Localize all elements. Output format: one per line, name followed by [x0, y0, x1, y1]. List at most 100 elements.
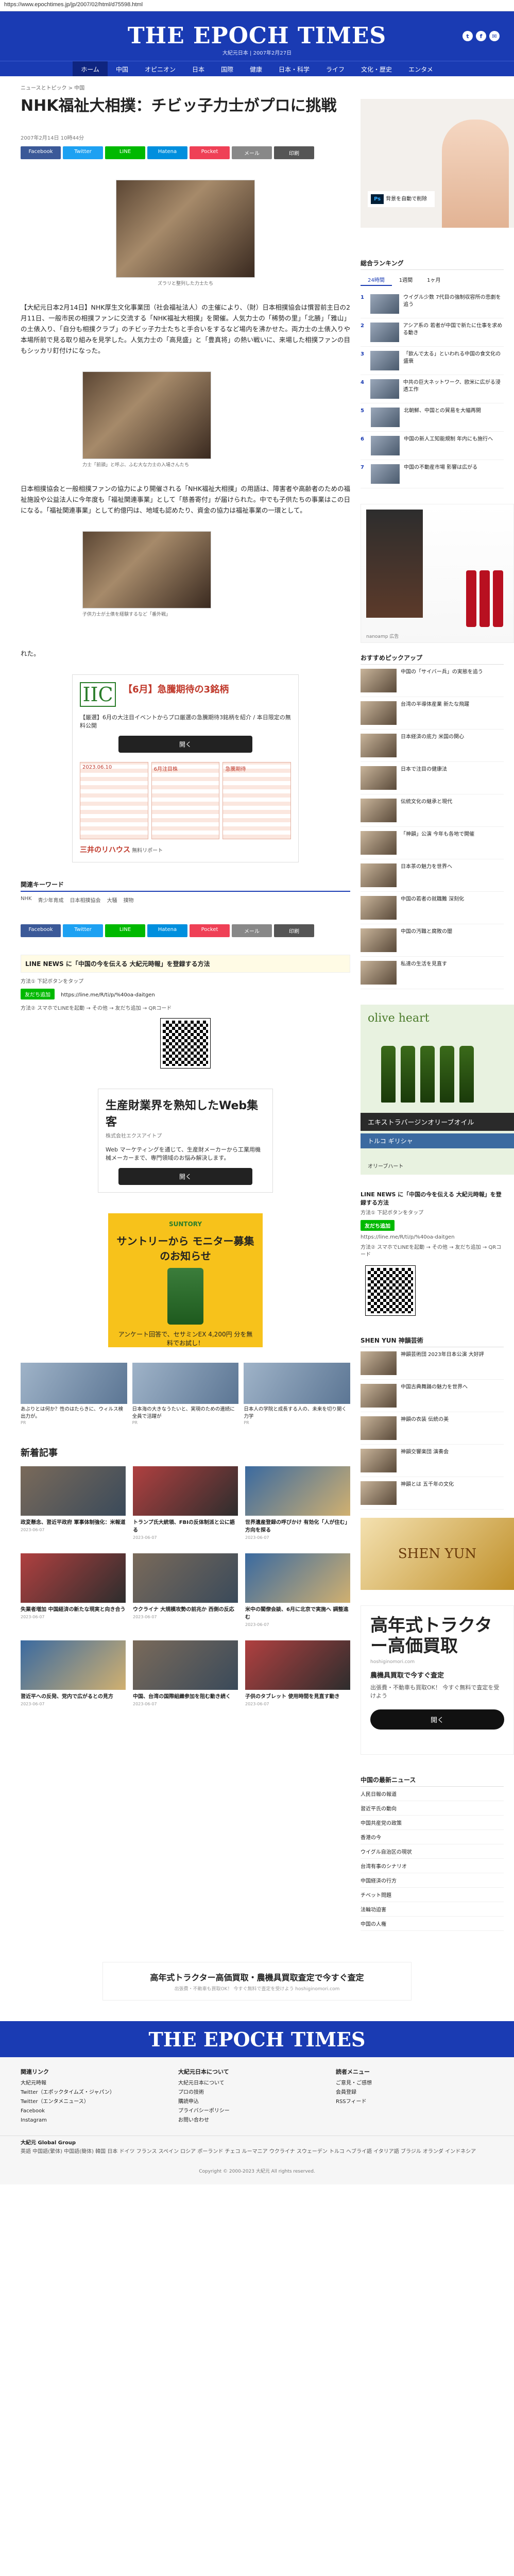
- shenyun-item[interactable]: 中国古典舞踊の魅力を世界へ: [361, 1380, 504, 1412]
- ad-stock[interactable]: IIC 【6月】急騰期待の3銘柄 【厳選】6月の大注目イベントからプロ厳選の急騰…: [72, 674, 299, 862]
- nav-china[interactable]: 中国: [108, 61, 136, 76]
- nav-science[interactable]: 日本・科学: [270, 61, 318, 76]
- china-news-item[interactable]: 人民日報の報道: [361, 1787, 504, 1801]
- share-twitter-button[interactable]: Twitter: [63, 924, 103, 937]
- breadcrumb[interactable]: ニュースとトピック > 中国: [21, 76, 350, 96]
- ad-olive-oil[interactable]: olive heart エキストラバージンオリーブオイル トルコ ギリシャ オリ…: [361, 1005, 514, 1175]
- share-pocket-button[interactable]: Pocket: [190, 146, 230, 159]
- china-news-item[interactable]: チベット問題: [361, 1888, 504, 1902]
- line-url[interactable]: https://line.me/R/ti/p/%40oa-daitgen: [61, 992, 155, 998]
- footer-link[interactable]: Twitter（エンタメニュース）: [21, 2097, 178, 2107]
- china-news-item[interactable]: 習近平氏の動向: [361, 1801, 504, 1816]
- china-news-item[interactable]: 中国経済の行方: [361, 1873, 504, 1888]
- footer-link[interactable]: プライバシーポリシー: [178, 2107, 336, 2116]
- site-logo[interactable]: THE EPOCH TIMES: [0, 23, 514, 49]
- pickup-item[interactable]: 伝統文化の継承と現代: [361, 794, 504, 827]
- pickup-item[interactable]: 中国の若者の就職難 深刻化: [361, 892, 504, 924]
- latest-item[interactable]: 習近平への反発、党内で広がるとの見方 2023-06-07: [21, 1640, 126, 1706]
- share-hatena-button[interactable]: Hatena: [147, 924, 187, 937]
- footer-link[interactable]: ご意見・ご感想: [336, 2079, 493, 2088]
- pickup-item[interactable]: 私達の生活を見直す: [361, 957, 504, 989]
- tag-link[interactable]: NHK: [21, 896, 32, 904]
- ranking-item[interactable]: 5 北朝鮮、中国との貿易を大幅再開: [361, 403, 504, 432]
- shenyun-item[interactable]: 神韻交響楽団 演奏会: [361, 1445, 504, 1477]
- ad-tractor[interactable]: 高年式トラクター高価買取 hoshiginomori.com 農機具買取で今すぐ…: [361, 1605, 514, 1755]
- share-pocket-button[interactable]: Pocket: [190, 924, 230, 937]
- pickup-item[interactable]: 中国の「サイバー兵」の実態を追う: [361, 665, 504, 697]
- ad-bottom-tractor[interactable]: 高年式トラクター高価買取・農機具買取査定で今すぐ査定 出張費・不動車も買取OK！…: [102, 1962, 412, 2001]
- share-mail-button[interactable]: メール: [232, 146, 272, 159]
- nav-life[interactable]: ライフ: [318, 61, 353, 76]
- pickup-item[interactable]: 日本茶の魅力を世界へ: [361, 859, 504, 892]
- footer-link[interactable]: 会員登録: [336, 2088, 493, 2097]
- share-hatena-button[interactable]: Hatena: [147, 146, 187, 159]
- tag-link[interactable]: 青少年育成: [38, 896, 64, 904]
- china-news-item[interactable]: 法輪功迫害: [361, 1902, 504, 1917]
- tag-link[interactable]: 撲物: [124, 896, 134, 904]
- twitter-icon[interactable]: t: [462, 31, 473, 41]
- footer-link[interactable]: RSSフィード: [336, 2097, 493, 2107]
- share-print-button[interactable]: 印刷: [274, 924, 314, 937]
- reco-item[interactable]: 日本人の学院と成長する人の、未来を切り開く力学 PR: [244, 1363, 350, 1425]
- url-bar[interactable]: https://www.epochtimes.jp/jp/2007/02/htm…: [0, 0, 514, 11]
- pickup-item[interactable]: 台湾の半導体産業 新たな飛躍: [361, 697, 504, 730]
- nav-culture[interactable]: 文化・歴史: [353, 61, 400, 76]
- footer-link[interactable]: お問い合わせ: [178, 2116, 336, 2125]
- mail-icon[interactable]: ✉: [489, 31, 500, 41]
- share-facebook-button[interactable]: Facebook: [21, 924, 61, 937]
- tab-month[interactable]: 1ヶ月: [420, 274, 448, 286]
- tab-24h[interactable]: 24時間: [361, 274, 392, 286]
- nav-health[interactable]: 健康: [242, 61, 270, 76]
- pickup-item[interactable]: 「神韻」公演 今年も各地で開催: [361, 827, 504, 859]
- share-print-button[interactable]: 印刷: [274, 146, 314, 159]
- line-add-friend-button[interactable]: 友だち追加: [21, 989, 55, 999]
- latest-item[interactable]: 米中の閣僚会談、6月に北京で実施へ 調整進む 2023-06-07: [245, 1553, 350, 1627]
- latest-item[interactable]: 政変懸念、習近平政府 軍事体制強化：米報道 2023-06-07: [21, 1466, 126, 1540]
- ad-web-marketing[interactable]: 生産財業界を熟知したWeb集客 株式会社エクスアイトプ Web マーケティングを…: [98, 1089, 273, 1193]
- ranking-item[interactable]: 2 アシア系の 若者が中国で新たに仕事を求める動き: [361, 318, 504, 347]
- latest-item[interactable]: 中国、台湾の国際組織参加を阻む動き続く 2023-06-07: [133, 1640, 238, 1706]
- tab-week[interactable]: 1週間: [392, 274, 420, 286]
- ranking-item[interactable]: 4 中共の巨大ネットワーク、欧米に広がる浸透工作: [361, 375, 504, 403]
- facebook-icon[interactable]: f: [476, 31, 486, 41]
- footer-link[interactable]: 大紀元時報: [21, 2079, 178, 2088]
- nav-home[interactable]: ホーム: [73, 61, 108, 76]
- share-twitter-button[interactable]: Twitter: [63, 146, 103, 159]
- china-news-item[interactable]: 中国共産党の政策: [361, 1816, 504, 1830]
- china-news-item[interactable]: 台湾有事のシナリオ: [361, 1859, 504, 1873]
- china-news-item[interactable]: 香港の今: [361, 1830, 504, 1844]
- share-mail-button[interactable]: メール: [232, 924, 272, 937]
- ranking-item[interactable]: 3 「飲んで太る」といわれる中国の食文化の盛衰: [361, 347, 504, 375]
- footer-link[interactable]: 大紀元日本について: [178, 2079, 336, 2088]
- ad-suntory[interactable]: SUNTORY サントリーから モニター募集のお知らせ アンケート回答で、セサミ…: [108, 1213, 263, 1347]
- shenyun-banner[interactable]: SHEN YUN: [361, 1518, 514, 1590]
- latest-item[interactable]: トランプ氏大統領、FBIの反体制派と公に語る 2023-06-07: [133, 1466, 238, 1540]
- ad-tractor-open-button[interactable]: 開く: [370, 1709, 504, 1730]
- tag-link[interactable]: 日本相撲協会: [70, 896, 101, 904]
- ad-cosmetics[interactable]: nanoamp 広告: [361, 504, 514, 643]
- side-line-add-friend-button[interactable]: 友だち追加: [361, 1220, 395, 1231]
- footer-logo[interactable]: THE EPOCH TIMES: [0, 2021, 514, 2057]
- reco-item[interactable]: あぶりとは何か？性のはたらきに、ウィルス検出力が。 PR: [21, 1363, 127, 1425]
- nav-entertainment[interactable]: エンタメ: [400, 61, 441, 76]
- pickup-item[interactable]: 日本で注目の健康法: [361, 762, 504, 794]
- nav-japan[interactable]: 日本: [184, 61, 213, 76]
- ranking-item[interactable]: 7 中国の不動産市場 影響は広がる: [361, 460, 504, 488]
- ranking-item[interactable]: 6 中国の新人工知能規制 年内にも施行へ: [361, 432, 504, 460]
- nav-opinion[interactable]: オピニオン: [136, 61, 184, 76]
- nav-international[interactable]: 国際: [213, 61, 242, 76]
- shenyun-item[interactable]: 神韻芸術団 2023年日本公演 大好評: [361, 1347, 504, 1380]
- latest-item[interactable]: 子供のタブレット 使用時間を見直す動き 2023-06-07: [245, 1640, 350, 1706]
- ad-web-open-button[interactable]: 開く: [118, 1168, 252, 1185]
- footer-link[interactable]: プロの技術: [178, 2088, 336, 2097]
- latest-item[interactable]: ウクライナ 大規模攻勢の前兆か 西側の反応 2023-06-07: [133, 1553, 238, 1627]
- pickup-item[interactable]: 日本経済の底力 米国の関心: [361, 730, 504, 762]
- ad-stock-headline[interactable]: 【6月】急騰期待の3銘柄: [123, 682, 278, 696]
- latest-item[interactable]: 世界遺産登録の呼びかけ 有効化「人が住む」方向を探る 2023-06-07: [245, 1466, 350, 1540]
- share-line-button[interactable]: LINE: [105, 924, 145, 937]
- footer-link[interactable]: Twitter（エポックタイムズ・ジャパン）: [21, 2088, 178, 2097]
- footer-link[interactable]: 購読申込: [178, 2097, 336, 2107]
- ranking-item[interactable]: 1 ウイグル少数 7代目の強制収容所の悲劇を追う: [361, 290, 504, 318]
- footer-link[interactable]: Facebook: [21, 2107, 178, 2116]
- footer-global-links[interactable]: 英語 中国語(繁体) 中国語(簡体) 韓国 日本 ドイツ フランス スペイン ロ…: [21, 2148, 493, 2156]
